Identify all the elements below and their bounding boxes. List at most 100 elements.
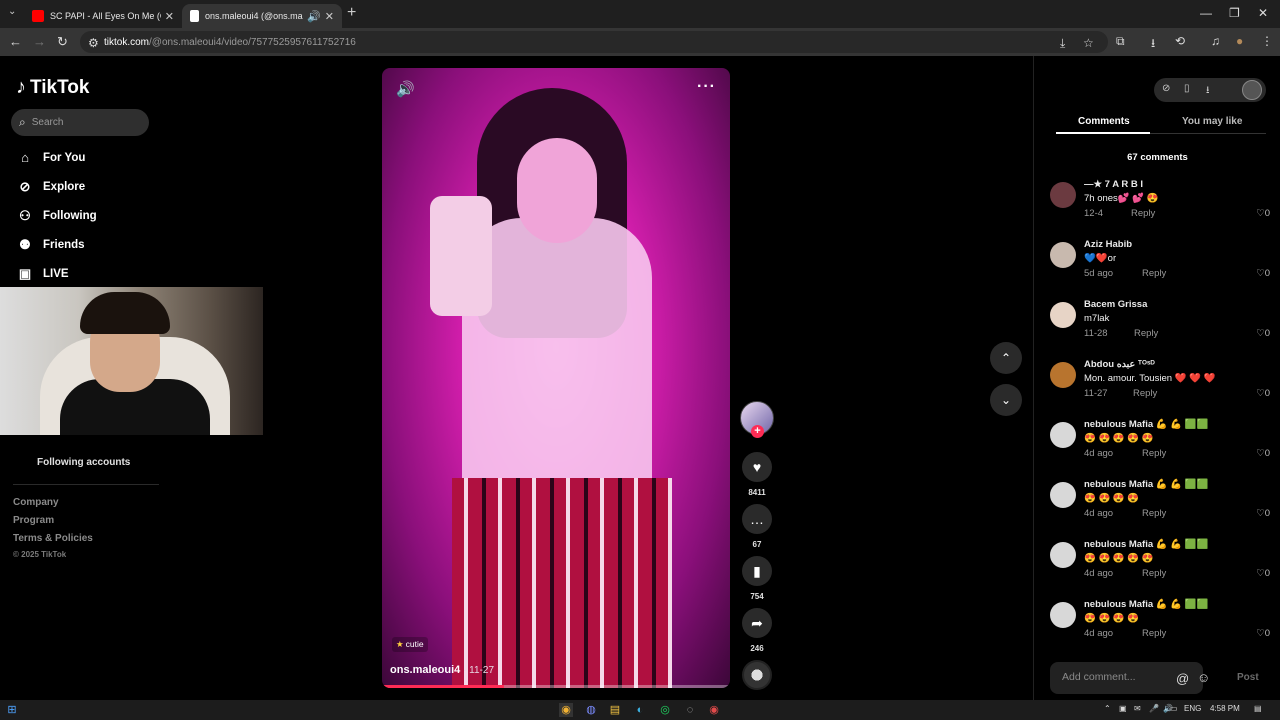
discord-icon[interactable]: ◍: [584, 703, 598, 717]
follow-plus-button[interactable]: +: [751, 425, 764, 438]
comment-username[interactable]: Abdou عبده ᵀᴼˢᴰ: [1084, 359, 1155, 370]
commenter-avatar[interactable]: [1050, 242, 1076, 268]
start-icon[interactable]: ⊞: [5, 703, 19, 717]
reply-button[interactable]: Reply: [1142, 508, 1166, 519]
tab-search-icon[interactable]: ⌄: [8, 6, 16, 17]
microphone-icon[interactable]: 🎤: [1149, 704, 1159, 713]
close-tab-icon[interactable]: ✕: [165, 10, 174, 23]
maximize-icon[interactable]: ❐: [1229, 6, 1240, 20]
downloads-icon[interactable]: ⭳: [1151, 34, 1155, 55]
comment-like-button[interactable]: ♡0: [1256, 508, 1270, 519]
comment-like-button[interactable]: ♡0: [1256, 328, 1270, 339]
comment-like-button[interactable]: ♡0: [1256, 388, 1270, 399]
more-options-icon[interactable]: ···: [697, 78, 716, 96]
video-author[interactable]: ons.maleoui4 · 11-27: [390, 664, 494, 676]
new-tab-button[interactable]: +: [347, 4, 356, 22]
commenter-avatar[interactable]: [1050, 542, 1076, 568]
tray-app-icon[interactable]: ▣: [1119, 704, 1127, 713]
forward-icon[interactable]: →: [33, 34, 46, 49]
tab-you-may-like[interactable]: You may like: [1182, 116, 1242, 127]
commenter-avatar[interactable]: [1050, 362, 1076, 388]
nav-live[interactable]: ▣ LIVE: [16, 266, 69, 282]
reply-button[interactable]: Reply: [1142, 568, 1166, 579]
next-video-button[interactable]: ⌄: [990, 384, 1022, 416]
save-button[interactable]: ▮: [742, 556, 772, 586]
reload-icon[interactable]: ↻: [57, 34, 68, 50]
clock[interactable]: 4:58 PM: [1210, 704, 1240, 713]
comment-like-button[interactable]: ♡0: [1256, 448, 1270, 459]
extensions-icon[interactable]: ⧉: [1116, 34, 1125, 49]
chrome-icon[interactable]: ◉: [559, 703, 573, 717]
site-info-icon[interactable]: ⚙: [88, 36, 99, 50]
mention-icon[interactable]: @: [1176, 671, 1189, 686]
video-player[interactable]: 🔊 ··· ★ cutie ons.maleoui4 · 11-27: [382, 68, 730, 688]
emoji-icon[interactable]: ☺: [1197, 670, 1210, 685]
tab-youtube[interactable]: SC PAPI - All Eyes On Me (Offici ✕: [24, 4, 182, 28]
comment-like-button[interactable]: ♡0: [1256, 568, 1270, 579]
tiktok-logo[interactable]: ♪ TikTok: [16, 76, 89, 99]
media-control-icon[interactable]: ♫: [1211, 34, 1220, 48]
comment-like-button[interactable]: ♡0: [1256, 208, 1270, 219]
footer-company-link[interactable]: Company: [13, 497, 59, 508]
close-tab-icon[interactable]: ✕: [325, 10, 334, 23]
close-window-icon[interactable]: ✕: [1258, 6, 1268, 20]
install-app-icon[interactable]: ⤓: [1060, 36, 1065, 51]
comment-username[interactable]: nebulous Mafia 💪 💪 🟩🟩: [1084, 419, 1208, 430]
commenter-avatar[interactable]: [1050, 422, 1076, 448]
reply-button[interactable]: Reply: [1131, 208, 1155, 219]
file-explorer-icon[interactable]: ▤: [608, 703, 622, 717]
reply-button[interactable]: Reply: [1142, 268, 1166, 279]
commenter-avatar[interactable]: [1050, 302, 1076, 328]
history-icon[interactable]: ⟲: [1175, 34, 1185, 48]
minimize-icon[interactable]: —: [1200, 6, 1212, 20]
share-button[interactable]: ➦: [742, 608, 772, 638]
comment-username[interactable]: Bacem Grissa: [1084, 299, 1147, 310]
music-disc[interactable]: [742, 660, 772, 690]
notifications-icon[interactable]: ▤: [1254, 704, 1262, 713]
steam-icon[interactable]: ◌: [683, 703, 697, 717]
nav-friends[interactable]: ⚉ Friends: [16, 237, 84, 253]
nav-following[interactable]: ⚇ Following: [16, 208, 96, 224]
reply-button[interactable]: Reply: [1133, 388, 1157, 399]
video-tag[interactable]: ★ cutie: [392, 637, 428, 652]
video-progress-bar[interactable]: [382, 685, 730, 688]
tab-comments[interactable]: Comments: [1078, 116, 1130, 127]
audio-icon[interactable]: 🔊: [307, 10, 321, 23]
volume-icon[interactable]: 🔊: [396, 80, 415, 98]
commenter-avatar[interactable]: [1050, 482, 1076, 508]
url-input[interactable]: ⚙ tiktok.com/@ons.maleoui4/video/7577525…: [80, 31, 1108, 53]
commenter-avatar[interactable]: [1050, 602, 1076, 628]
tray-mail-icon[interactable]: ✉: [1134, 704, 1141, 713]
comment-username[interactable]: —★ 7 A R B I: [1084, 179, 1143, 190]
comment-button[interactable]: …: [742, 504, 772, 534]
reply-button[interactable]: Reply: [1134, 328, 1158, 339]
back-icon[interactable]: ←: [9, 34, 22, 49]
tray-chevron-icon[interactable]: ⌃: [1104, 704, 1111, 713]
reply-button[interactable]: Reply: [1142, 448, 1166, 459]
tab-tiktok[interactable]: ons.maleoui4 (@ons.malec 🔊 ✕: [182, 4, 342, 28]
profile-icon[interactable]: ●: [1236, 34, 1243, 48]
comment-username[interactable]: nebulous Mafia 💪 💪 🟩🟩: [1084, 479, 1208, 490]
comment-username[interactable]: Aziz Habib: [1084, 239, 1132, 250]
search-input[interactable]: ⌕ Search: [11, 109, 149, 136]
explore-icon[interactable]: ⊘: [1162, 83, 1170, 94]
edge-icon[interactable]: ◐: [633, 703, 647, 717]
like-button[interactable]: ♥: [742, 452, 772, 482]
commenter-avatar[interactable]: [1050, 182, 1076, 208]
comment-username[interactable]: nebulous Mafia 💪 💪 🟩🟩: [1084, 599, 1208, 610]
comment-like-button[interactable]: ♡0: [1256, 628, 1270, 639]
comment-like-button[interactable]: ♡0: [1256, 268, 1270, 279]
footer-program-link[interactable]: Program: [13, 515, 54, 526]
spotify-icon[interactable]: ◎: [658, 703, 672, 717]
footer-terms-link[interactable]: Terms & Policies: [13, 533, 93, 544]
browser-menu-icon[interactable]: ⋮: [1261, 34, 1273, 48]
comment-username[interactable]: nebulous Mafia 💪 💪 🟩🟩: [1084, 539, 1208, 550]
chrome-alt-icon[interactable]: ◉: [707, 703, 721, 717]
post-button[interactable]: Post: [1237, 672, 1259, 683]
user-avatar[interactable]: [1242, 80, 1262, 100]
reply-button[interactable]: Reply: [1142, 628, 1166, 639]
previous-video-button[interactable]: ⌃: [990, 342, 1022, 374]
device-icon[interactable]: ▯: [1184, 83, 1190, 94]
nav-explore[interactable]: ⊘ Explore: [16, 179, 86, 195]
bookmark-star-icon[interactable]: ☆: [1083, 36, 1094, 50]
